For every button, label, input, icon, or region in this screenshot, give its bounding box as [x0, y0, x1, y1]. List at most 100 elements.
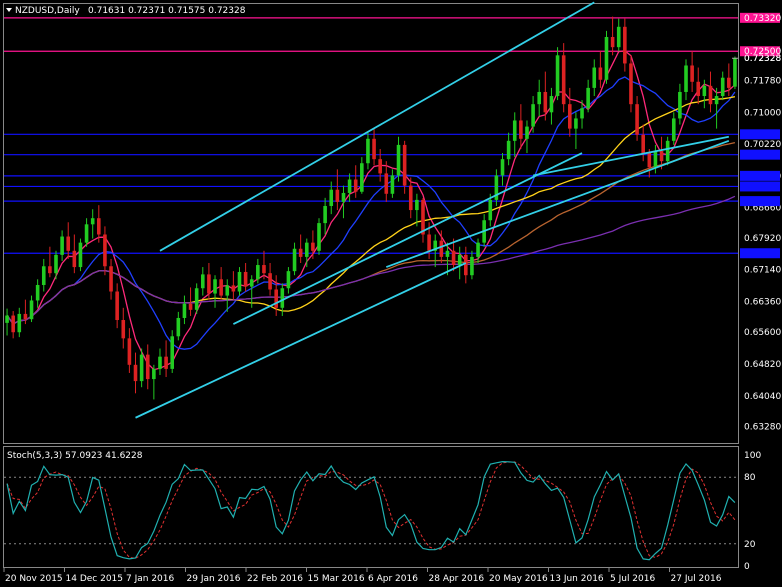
candle-body[interactable]	[451, 250, 456, 266]
candle-body[interactable]	[439, 240, 444, 257]
candle-body[interactable]	[164, 356, 168, 369]
candle-body[interactable]	[476, 242, 480, 257]
candle-body[interactable]	[733, 58, 737, 87]
candle-body[interactable]	[219, 279, 223, 296]
candle-body[interactable]	[194, 288, 199, 310]
candle-body[interactable]	[665, 140, 670, 162]
candle-body[interactable]	[635, 104, 639, 135]
candle-body[interactable]	[360, 163, 364, 192]
candle-body[interactable]	[684, 65, 688, 92]
candle-body[interactable]	[500, 159, 505, 176]
candle-body[interactable]	[378, 159, 382, 174]
candle-body[interactable]	[78, 242, 83, 268]
candle-body[interactable]	[97, 218, 101, 235]
candle-body[interactable]	[488, 199, 493, 221]
candle-body[interactable]	[225, 285, 230, 296]
candle-body[interactable]	[298, 248, 303, 257]
candle-body[interactable]	[604, 36, 609, 80]
candle-body[interactable]	[671, 118, 676, 141]
candle-body[interactable]	[653, 151, 658, 168]
candle-body[interactable]	[237, 271, 242, 292]
candle-body[interactable]	[48, 266, 52, 274]
candle-body[interactable]	[335, 189, 340, 202]
candle-body[interactable]	[23, 313, 28, 320]
candle-body[interactable]	[84, 224, 89, 243]
candle-body[interactable]	[11, 315, 15, 333]
candle-body[interactable]	[341, 192, 346, 202]
candle-body[interactable]	[231, 285, 236, 292]
candle-body[interactable]	[268, 273, 272, 290]
candle-body[interactable]	[549, 96, 554, 113]
candle-body[interactable]	[396, 144, 401, 176]
candle-body[interactable]	[249, 279, 254, 287]
candle-body[interactable]	[586, 87, 590, 109]
candle-body[interactable]	[72, 250, 77, 268]
candle-body[interactable]	[90, 218, 95, 225]
candle-body[interactable]	[133, 364, 138, 382]
candle-body[interactable]	[29, 300, 34, 320]
candle-body[interactable]	[35, 284, 40, 301]
candle-body[interactable]	[262, 265, 266, 274]
candle-body[interactable]	[641, 134, 645, 154]
candle-body[interactable]	[531, 104, 535, 127]
candle-body[interactable]	[390, 175, 395, 194]
candle-body[interactable]	[555, 55, 560, 97]
candle-body[interactable]	[647, 153, 652, 168]
candle-body[interactable]	[176, 317, 181, 337]
candle-body[interactable]	[207, 274, 211, 294]
candle-body[interactable]	[139, 354, 144, 382]
candle-body[interactable]	[292, 248, 297, 272]
candle-body[interactable]	[213, 279, 217, 294]
candle-body[interactable]	[286, 271, 291, 289]
candle-body[interactable]	[200, 274, 205, 289]
candle-body[interactable]	[17, 313, 22, 333]
candle-body[interactable]	[537, 91, 542, 105]
candle-body[interactable]	[592, 67, 597, 88]
candle-body[interactable]	[525, 126, 529, 139]
candle-body[interactable]	[158, 356, 162, 369]
candle-body[interactable]	[372, 138, 376, 160]
candle-body[interactable]	[243, 271, 248, 287]
candle-body[interactable]	[109, 266, 113, 292]
candle-body[interactable]	[115, 291, 119, 321]
candle-body[interactable]	[696, 81, 701, 97]
candle-body[interactable]	[317, 223, 321, 251]
candle-body[interactable]	[182, 303, 187, 318]
candle-body[interactable]	[329, 189, 334, 206]
candle-body[interactable]	[512, 120, 517, 141]
candle-body[interactable]	[274, 289, 278, 308]
candle-body[interactable]	[470, 256, 474, 276]
candle-body[interactable]	[353, 179, 358, 192]
candle-body[interactable]	[561, 55, 566, 105]
candle-body[interactable]	[366, 138, 370, 164]
candle-body[interactable]	[598, 67, 603, 80]
candle-body[interactable]	[103, 234, 107, 267]
candle-body[interactable]	[145, 354, 150, 380]
candle-body[interactable]	[311, 242, 315, 251]
candle-body[interactable]	[421, 199, 425, 235]
chart-window[interactable]: 0.733200.725000.723280.717800.710000.702…	[0, 0, 782, 587]
candle-body[interactable]	[402, 144, 407, 186]
candle-body[interactable]	[727, 77, 731, 88]
candle-body[interactable]	[170, 336, 175, 369]
candle-body[interactable]	[610, 36, 615, 48]
candle-body[interactable]	[714, 96, 719, 105]
candle-body[interactable]	[41, 266, 46, 285]
candle-body[interactable]	[408, 185, 413, 211]
candle-body[interactable]	[567, 104, 572, 129]
candle-body[interactable]	[384, 173, 389, 194]
candle-body[interactable]	[60, 236, 64, 255]
candle-body[interactable]	[427, 234, 431, 251]
candle-body[interactable]	[54, 254, 58, 274]
candle-body[interactable]	[347, 179, 352, 193]
candle-body[interactable]	[445, 250, 450, 257]
candle-body[interactable]	[121, 320, 126, 339]
candle-body[interactable]	[629, 63, 633, 105]
candle-body[interactable]	[702, 85, 707, 97]
candle-body[interactable]	[690, 65, 694, 82]
candle-body[interactable]	[543, 91, 548, 113]
candle-body[interactable]	[127, 338, 132, 365]
candle-body[interactable]	[519, 120, 523, 139]
candle-body[interactable]	[678, 91, 682, 119]
candle-body[interactable]	[256, 265, 260, 280]
